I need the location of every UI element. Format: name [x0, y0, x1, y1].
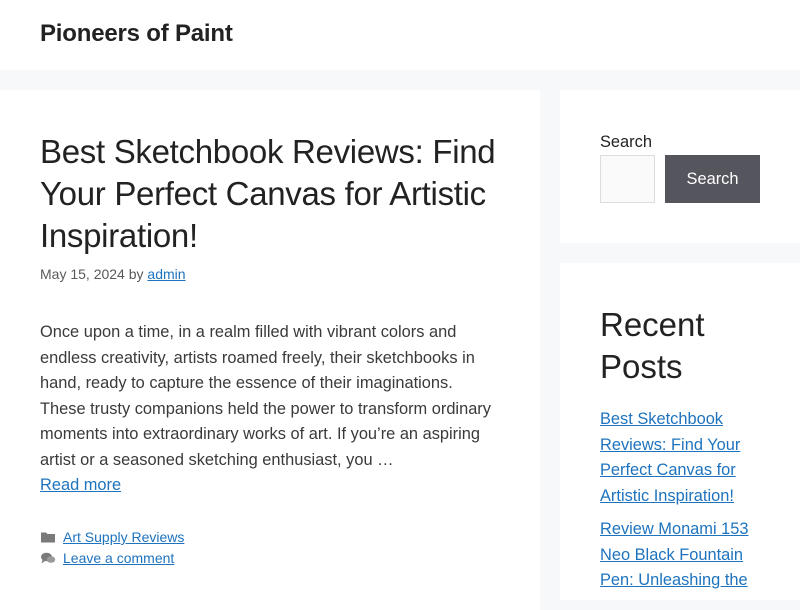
author-link[interactable]: admin: [147, 266, 185, 282]
read-more-link[interactable]: Read more: [40, 473, 121, 498]
search-label: Search: [600, 133, 652, 151]
category-link[interactable]: Art Supply Reviews: [63, 529, 184, 545]
recent-post-link[interactable]: Review Monami 153 Neo Black Fountain Pen…: [600, 520, 749, 589]
recent-posts-list: Best Sketchbook Reviews: Find Your Perfe…: [600, 407, 770, 602]
folder-icon: [40, 530, 56, 544]
leave-comment-link[interactable]: Leave a comment: [63, 550, 174, 566]
list-item: Review Monami 153 Neo Black Fountain Pen…: [600, 517, 770, 594]
list-item: Best Sketchbook Reviews: Find Your Perfe…: [600, 407, 770, 509]
post-excerpt: Once upon a time, in a realm filled with…: [40, 323, 491, 469]
post-date: May 15, 2024: [40, 266, 125, 282]
recent-posts-heading: Recent Posts: [600, 306, 705, 385]
post-meta: May 15, 2024 by admin: [40, 265, 186, 283]
site-header: Pioneers of Paint: [0, 0, 800, 70]
search-input[interactable]: [600, 155, 655, 203]
recent-post-link[interactable]: Best Sketchbook Reviews: Find Your Perfe…: [600, 410, 740, 505]
comment-icon: [40, 551, 56, 565]
byline-label: by: [128, 266, 144, 282]
site-title-link[interactable]: Pioneers of Paint: [40, 20, 233, 48]
post-title[interactable]: Best Sketchbook Reviews: Find Your Perfe…: [40, 131, 510, 257]
category-row: Art Supply Reviews: [40, 528, 184, 546]
comment-row: Leave a comment: [40, 549, 174, 567]
search-button[interactable]: Search: [665, 155, 760, 203]
